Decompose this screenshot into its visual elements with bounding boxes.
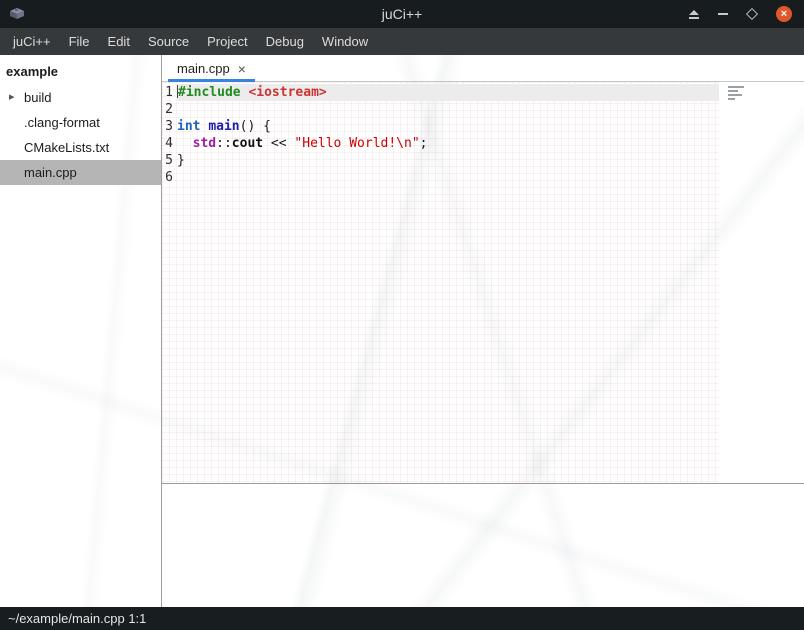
line-text [177,169,719,186]
line-number: 5 [162,152,177,169]
tree-item-label: main.cpp [24,165,77,180]
minimap-mark [728,94,742,96]
line-text: int main() { [177,118,719,135]
editor-column: main.cpp × 1#include <iostream>23int mai… [162,55,804,607]
minimize-bar [718,13,728,15]
window-controls: × [689,6,804,22]
tab-main-cpp[interactable]: main.cpp × [168,58,255,82]
overview-map[interactable] [728,86,748,100]
line-number: 1 [162,84,177,101]
menu-item-edit[interactable]: Edit [99,34,139,49]
content-area: example ▸ build .clang-format CMakeLists.tx… [0,55,804,607]
code-line-5[interactable]: 5} [162,152,719,169]
minimap-mark [728,98,735,100]
code-lines: 1#include <iostream>23int main() {4 std:… [162,82,719,186]
code-line-2[interactable]: 2 [162,101,719,118]
close-icon[interactable]: × [776,6,792,22]
app-icon [8,7,26,22]
code-line-6[interactable]: 6 [162,169,719,186]
code-line-4[interactable]: 4 std::cout << "Hello World!\n"; [162,135,719,152]
code-line-3[interactable]: 3int main() { [162,118,719,135]
tree-item-build[interactable]: ▸ build [0,85,161,110]
line-text: } [177,152,719,169]
status-bar: ~/example/main.cpp 1:1 [0,607,804,630]
output-panel[interactable] [162,483,804,607]
line-number: 2 [162,101,177,118]
line-text: std::cout << "Hello World!\n"; [177,135,719,152]
menu-bar: juCi++FileEditSourceProjectDebugWindow [0,28,804,55]
menu-item-project[interactable]: Project [198,34,256,49]
menu-item-window[interactable]: Window [313,34,377,49]
window-title: juCi++ [0,6,804,22]
menu-item-file[interactable]: File [60,34,99,49]
code-editor[interactable]: 1#include <iostream>23int main() {4 std:… [162,82,804,483]
expander-icon[interactable]: ▸ [9,85,15,110]
line-number: 3 [162,118,177,135]
eject-icon[interactable] [689,10,699,19]
line-number: 6 [162,169,177,186]
status-file-position: ~/example/main.cpp 1:1 [8,611,146,626]
tree-item-label: .clang-format [24,115,100,130]
tree-items: ▸ build .clang-format CMakeLists.txt main.cp… [0,85,161,185]
tab-close-icon[interactable]: × [238,62,246,76]
tree-root-label: example [0,59,161,85]
eject-bar [689,17,699,19]
app-window: juCi++ × juCi++FileEditSourceProjectDebu… [0,0,804,630]
code-line-1[interactable]: 1#include <iostream> [162,84,719,101]
tab-label: main.cpp [177,61,230,76]
minimap-mark [728,90,738,92]
titlebar[interactable]: juCi++ × [0,0,804,28]
line-number: 4 [162,135,177,152]
menu-item-debug[interactable]: Debug [257,34,313,49]
tree-item-label: build [24,90,51,105]
line-text [177,101,719,118]
eject-triangle [689,10,699,15]
minimap-mark [728,86,744,88]
file-tree[interactable]: example ▸ build .clang-format CMakeLists.tx… [0,55,162,607]
menu-item-source[interactable]: Source [139,34,198,49]
menu-item-juci[interactable]: juCi++ [4,34,60,49]
tree-item-main-cpp[interactable]: main.cpp [0,160,161,185]
restore-box [746,8,758,20]
line-text: #include <iostream> [177,84,719,101]
tree-item-cmakelists-txt[interactable]: CMakeLists.txt [0,135,161,160]
tab-bar: main.cpp × [162,55,804,82]
tree-item-clang-format[interactable]: .clang-format [0,110,161,135]
tree-item-label: CMakeLists.txt [24,140,109,155]
minimize-icon[interactable] [718,13,728,15]
restore-icon[interactable] [747,9,757,19]
